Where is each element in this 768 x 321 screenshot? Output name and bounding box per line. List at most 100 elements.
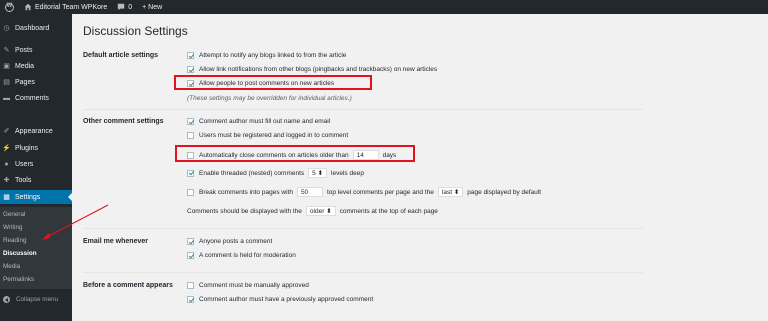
- checkbox[interactable]: [187, 52, 194, 59]
- wp-logo-button[interactable]: [0, 0, 19, 14]
- checkbox[interactable]: [187, 238, 194, 245]
- option-label: Anyone posts a comment: [199, 238, 273, 245]
- sidebar-item-media[interactable]: ▣ Media: [0, 59, 72, 73]
- option-paginate-comments[interactable]: Break comments into pages with 50 top le…: [187, 187, 541, 197]
- default-page-select[interactable]: last ⬍: [437, 187, 464, 197]
- option-email-any-comment[interactable]: Anyone posts a comment: [187, 238, 272, 245]
- settings-submenu: General Writing Reading Discussion Media…: [0, 207, 72, 289]
- section-divider: [83, 228, 643, 229]
- admin-bar: Editorial Team WPKore 0 + New: [0, 0, 768, 14]
- comment-icon: ▬: [3, 94, 10, 102]
- sidebar-item-settings[interactable]: ▦ Settings: [0, 190, 72, 204]
- option-label: Comment author must fill out name and em…: [199, 118, 331, 125]
- section-label-before-comment: Before a comment appears: [83, 282, 173, 289]
- submenu-media[interactable]: Media: [3, 263, 20, 270]
- sidebar-item-pages[interactable]: ▤ Pages: [0, 75, 72, 89]
- option-label: Comment must be manually approved: [199, 282, 309, 289]
- submenu-reading[interactable]: Reading: [3, 237, 26, 244]
- checkbox[interactable]: [187, 296, 194, 303]
- site-name: Editorial Team WPKore: [35, 3, 108, 11]
- option-label: Comment author must have a previously ap…: [199, 296, 374, 303]
- option-threaded-comments[interactable]: Enable threaded (nested) comments 5 ⬍ le…: [187, 168, 364, 178]
- option-manual-approval[interactable]: Comment must be manually approved: [187, 282, 309, 289]
- option-allow-pingbacks[interactable]: Allow link notifications from other blog…: [187, 66, 437, 73]
- option-label-suffix: page displayed by default: [467, 188, 542, 196]
- checkbox[interactable]: [187, 132, 194, 139]
- sidebar-item-label: Settings: [15, 193, 41, 201]
- sidebar-item-label: Posts: [15, 46, 33, 54]
- wordpress-logo-icon: [5, 2, 14, 12]
- option-previously-approved[interactable]: Comment author must have a previously ap…: [187, 296, 373, 303]
- sidebar-item-label: Comments: [15, 94, 49, 102]
- submenu-general[interactable]: General: [3, 211, 25, 218]
- section-label-other-comment: Other comment settings: [83, 118, 164, 125]
- home-icon: [24, 3, 32, 11]
- submenu-discussion[interactable]: Discussion: [3, 250, 37, 257]
- option-label: Allow link notifications from other blog…: [199, 66, 438, 73]
- section-label-email-me: Email me whenever: [83, 238, 148, 245]
- thread-depth-select[interactable]: 5 ⬍: [308, 168, 328, 178]
- section-divider: [83, 109, 643, 110]
- checkbox[interactable]: [187, 282, 194, 289]
- option-require-name-email[interactable]: Comment author must fill out name and em…: [187, 118, 330, 125]
- new-label: + New: [142, 3, 163, 11]
- submenu-permalinks[interactable]: Permalinks: [3, 276, 34, 283]
- select-arrows-icon: ⬍: [317, 170, 324, 177]
- checkbox[interactable]: [187, 169, 194, 177]
- comments-link[interactable]: 0: [112, 0, 137, 14]
- media-icon: ▣: [3, 63, 10, 70]
- highlight-box-auto-close: [175, 145, 415, 162]
- site-name-link[interactable]: Editorial Team WPKore: [19, 0, 112, 14]
- option-label-middle: top level comments per page and the: [326, 188, 434, 196]
- order-suffix: comments at the top of each page: [339, 207, 438, 215]
- override-note: (These settings may be overridden for in…: [187, 95, 352, 102]
- collapse-arrow-icon: [3, 296, 10, 303]
- order-label: Comments should be displayed with the: [187, 207, 302, 215]
- sidebar-item-appearance[interactable]: ✐ Appearance: [0, 124, 72, 138]
- sidebar-item-tools[interactable]: ✚ Tools: [0, 173, 72, 187]
- option-label: Attempt to notify any blogs linked to fr…: [199, 52, 347, 59]
- option-email-moderation[interactable]: A comment is held for moderation: [187, 252, 296, 259]
- comment-order-select[interactable]: older ⬍: [305, 206, 336, 216]
- submenu-writing[interactable]: Writing: [3, 224, 22, 231]
- sidebar-item-posts[interactable]: ✎ Posts: [0, 43, 72, 57]
- levels-label: levels deep: [331, 169, 364, 177]
- checkbox[interactable]: [187, 252, 194, 259]
- sidebar-item-dashboard[interactable]: ◷ Dashboard: [0, 21, 72, 35]
- option-require-registration[interactable]: Users must be registered and logged in t…: [187, 132, 348, 139]
- option-label: A comment is held for moderation: [199, 252, 296, 259]
- option-label: Break comments into pages with: [199, 188, 293, 196]
- section-divider: [83, 272, 643, 273]
- comment-order-row: Comments should be displayed with the ol…: [187, 206, 438, 216]
- option-notify-blogs[interactable]: Attempt to notify any blogs linked to fr…: [187, 52, 346, 59]
- select-arrows-icon: ⬍: [453, 189, 460, 196]
- comments-per-page-input[interactable]: 50: [296, 187, 323, 197]
- checkbox[interactable]: [187, 118, 194, 125]
- checkbox[interactable]: [187, 66, 194, 73]
- pages-icon: ▤: [3, 79, 10, 86]
- sidebar-item-label: Plugins: [15, 144, 38, 152]
- highlight-box-allow-comments: [174, 75, 372, 90]
- settings-icon: ▦: [3, 194, 10, 201]
- admin-sidebar: ◷ Dashboard ✎ Posts ▣ Media ▤ Pages ▬ Co…: [0, 14, 72, 321]
- sidebar-item-label: Dashboard: [15, 24, 50, 32]
- sidebar-item-label: Appearance: [15, 127, 53, 135]
- section-label-default-article: Default article settings: [83, 52, 159, 59]
- dashboard-icon: ◷: [3, 25, 10, 32]
- sidebar-item-label: Media: [15, 62, 35, 70]
- sidebar-item-comments[interactable]: ▬ Comments: [0, 91, 72, 105]
- checkbox[interactable]: [187, 188, 194, 196]
- comments-count: 0: [128, 3, 133, 11]
- sidebar-item-users[interactable]: ● Users: [0, 157, 72, 171]
- wrench-icon: ✚: [3, 177, 10, 184]
- new-content-button[interactable]: + New: [137, 0, 167, 14]
- collapse-menu-button[interactable]: Collapse menu: [3, 296, 58, 303]
- users-icon: ●: [4, 160, 9, 168]
- pin-icon: ✎: [3, 47, 10, 54]
- sidebar-item-label: Users: [15, 160, 34, 168]
- sidebar-item-label: Tools: [15, 176, 32, 184]
- select-arrows-icon: ⬍: [326, 208, 332, 215]
- collapse-label: Collapse menu: [16, 296, 59, 303]
- plugin-icon: ⚡: [2, 145, 11, 152]
- sidebar-item-plugins[interactable]: ⚡ Plugins: [0, 141, 72, 155]
